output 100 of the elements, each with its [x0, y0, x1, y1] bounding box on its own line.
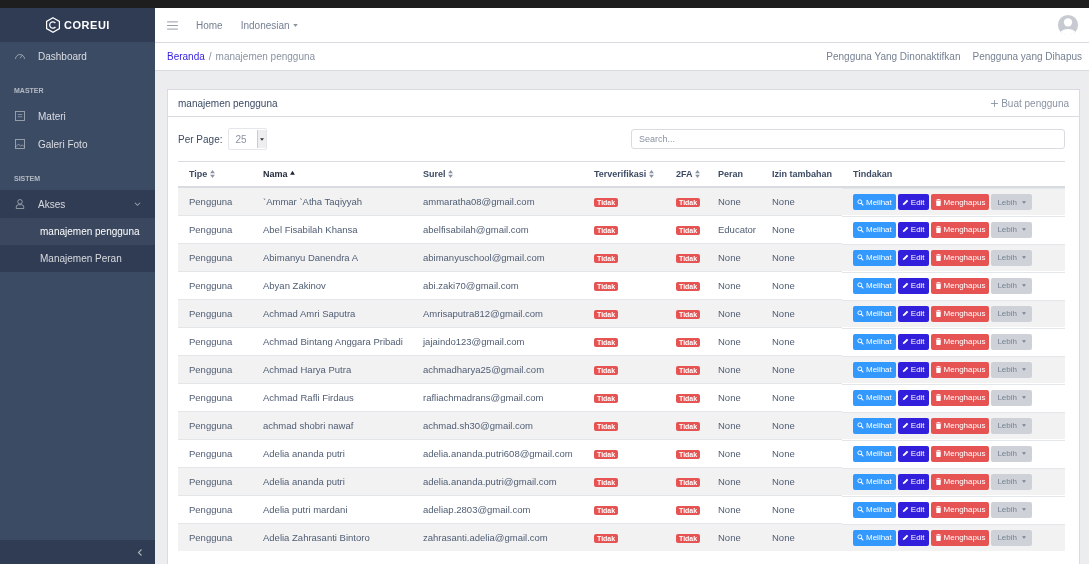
table-cell: None [707, 467, 761, 496]
delete-button[interactable]: Menghapus [930, 445, 990, 462]
delete-button[interactable]: Menghapus [930, 529, 990, 546]
sidebar-subitem[interactable]: manajemen pengguna [0, 218, 155, 245]
per-page-select[interactable]: 25 [228, 128, 267, 150]
table-cell: Achmad Harya Putra [252, 355, 412, 384]
sidebar-item[interactable]: Galeri Foto [0, 130, 155, 158]
delete-button[interactable]: Menghapus [930, 361, 990, 378]
table-cell: abimanyuschool@gmail.com [412, 243, 583, 272]
breadcrumb-link[interactable]: Beranda [167, 51, 205, 62]
view-button[interactable]: Melihat [853, 389, 896, 406]
table-cell: None [707, 355, 761, 384]
edit-button[interactable]: Edit [897, 389, 929, 406]
more-button[interactable]: Lebih [991, 277, 1032, 294]
table-cell: None [761, 523, 842, 551]
view-button[interactable]: Melihat [853, 529, 896, 546]
more-button[interactable]: Lebih [991, 333, 1032, 350]
edit-button[interactable]: Edit [897, 445, 929, 462]
view-button[interactable]: Melihat [853, 417, 896, 434]
more-button[interactable]: Lebih [991, 529, 1032, 546]
view-button[interactable]: Melihat [853, 445, 896, 462]
search-icon [857, 338, 864, 345]
edit-button[interactable]: Edit [897, 221, 929, 238]
per-page-label: Per Page: [178, 133, 223, 145]
delete-button[interactable]: Menghapus [930, 277, 990, 294]
delete-button[interactable]: Menghapus [930, 305, 990, 322]
sidebar-toggle[interactable] [0, 540, 155, 564]
sidebar-group[interactable]: Akses [0, 190, 155, 218]
delete-button[interactable]: Menghapus [930, 194, 990, 210]
more-button[interactable]: Lebih [991, 305, 1032, 322]
caret-icon [1022, 480, 1026, 483]
sidebar-item[interactable]: Materi [0, 102, 155, 130]
pencil-icon [901, 310, 909, 317]
delete-button[interactable]: Menghapus [930, 417, 990, 434]
edit-button[interactable]: Edit [897, 277, 929, 294]
delete-button[interactable]: Menghapus [930, 249, 990, 266]
pencil-icon [901, 366, 909, 373]
edit-button[interactable]: Edit [897, 501, 929, 518]
sidebar-item[interactable]: Dashboard [0, 42, 155, 70]
table-cell: Pengguna [178, 187, 252, 216]
caret-icon [1022, 312, 1026, 315]
create-user-link[interactable]: Buat pengguna [991, 97, 1069, 109]
table-cell: None [707, 243, 761, 272]
table-cell: None [761, 467, 842, 496]
delete-button[interactable]: Menghapus [930, 389, 990, 406]
nav-link[interactable]: Home [196, 19, 223, 31]
menu-icon[interactable] [167, 20, 178, 30]
caret-icon [1022, 200, 1026, 204]
sidebar-subitem[interactable]: Manajemen Peran [0, 245, 155, 272]
search-icon [857, 394, 864, 401]
edit-button[interactable]: Edit [897, 473, 929, 490]
search-field[interactable]: Search... [631, 129, 1065, 149]
more-button[interactable]: Lebih [991, 473, 1032, 490]
table-cell: zahrasanti.adelia@gmail.com [412, 523, 583, 551]
view-button[interactable]: Melihat [853, 221, 896, 238]
image-icon [14, 138, 26, 150]
table-cell: Pengguna [178, 355, 252, 384]
edit-button[interactable]: Edit [897, 333, 929, 350]
trash-icon [934, 478, 942, 485]
nav-link[interactable]: Indonesian [240, 19, 298, 31]
trash-icon [934, 310, 942, 317]
view-button[interactable]: Melihat [853, 194, 896, 210]
more-button[interactable]: Lebih [991, 417, 1032, 434]
brand-name: COREUI [64, 19, 110, 31]
table-cell: None [707, 187, 761, 216]
delete-button[interactable]: Menghapus [930, 333, 990, 350]
table-cell: None [761, 187, 842, 216]
edit-button[interactable]: Edit [897, 529, 929, 546]
delete-button[interactable]: Menghapus [930, 501, 990, 518]
more-button[interactable]: Lebih [991, 221, 1032, 238]
header-link[interactable]: Pengguna Yang Dinonaktifkan [826, 51, 961, 62]
avatar-icon[interactable] [1057, 14, 1079, 36]
search-icon [857, 422, 864, 429]
pencil-icon [901, 422, 909, 429]
search-icon [857, 282, 864, 289]
edit-button[interactable]: Edit [897, 249, 929, 266]
edit-button[interactable]: Edit [897, 305, 929, 322]
table-cell: Abimanyu Danendra A [252, 243, 412, 272]
more-button[interactable]: Lebih [991, 249, 1032, 266]
header-link[interactable]: Pengguna yang Dihapus [972, 51, 1082, 62]
plus-icon [991, 99, 999, 107]
edit-button[interactable]: Edit [897, 417, 929, 434]
view-button[interactable]: Melihat [853, 333, 896, 350]
caret-icon [1022, 340, 1026, 343]
search-icon [857, 534, 864, 541]
view-button[interactable]: Melihat [853, 305, 896, 322]
more-button[interactable]: Lebih [991, 389, 1032, 406]
more-button[interactable]: Lebih [991, 445, 1032, 462]
view-button[interactable]: Melihat [853, 473, 896, 490]
view-button[interactable]: Melihat [853, 277, 896, 294]
view-button[interactable]: Melihat [853, 249, 896, 266]
view-button[interactable]: Melihat [853, 361, 896, 378]
view-button[interactable]: Melihat [853, 501, 896, 518]
delete-button[interactable]: Menghapus [930, 221, 990, 238]
edit-button[interactable]: Edit [897, 361, 929, 378]
delete-button[interactable]: Menghapus [930, 473, 990, 490]
more-button[interactable]: Lebih [991, 361, 1032, 378]
more-button[interactable]: Lebih [991, 194, 1032, 210]
more-button[interactable]: Lebih [991, 501, 1032, 518]
edit-button[interactable]: Edit [897, 194, 929, 210]
